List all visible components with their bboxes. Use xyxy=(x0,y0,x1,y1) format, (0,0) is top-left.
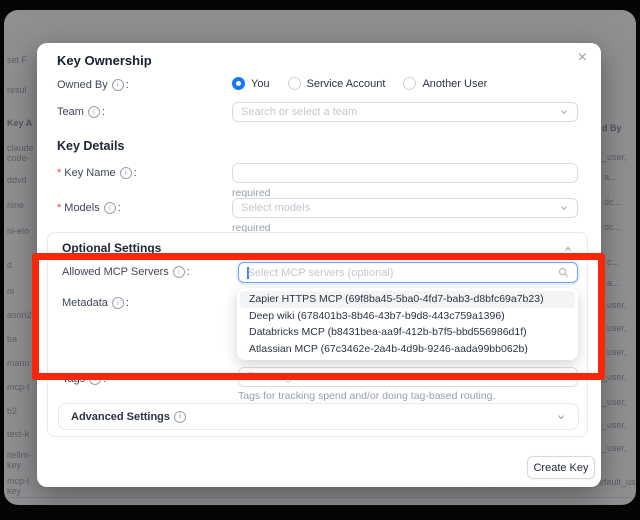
background-text: itellm- xyxy=(7,450,31,460)
background-text: mcp-l xyxy=(7,476,29,486)
chevron-down-icon xyxy=(559,107,569,117)
info-icon[interactable]: i xyxy=(112,297,124,309)
background-text: _user, xyxy=(602,397,627,407)
mcp-servers-select[interactable]: Select MCP servers (optional) xyxy=(238,262,578,283)
key-details-heading: Key Details xyxy=(57,139,124,153)
info-icon[interactable]: i xyxy=(104,202,116,214)
create-key-modal: Key Ownership × Owned By i : You Service… xyxy=(37,43,601,487)
team-select[interactable]: Search or select a team xyxy=(232,102,578,122)
background-text: _user, xyxy=(602,420,627,430)
models-select[interactable]: Select models xyxy=(232,198,578,218)
background-text: user, xyxy=(607,347,627,357)
background-text: d By xyxy=(602,123,622,133)
background-text: d xyxy=(7,260,12,270)
background-text: key xyxy=(7,460,21,470)
mcp-option-databricks[interactable]: Databricks MCP (b8431bea-aa9f-412b-b7f5-… xyxy=(240,324,575,341)
mcp-option-zapier[interactable]: Zapier HTTPS MCP (69f8ba45-5ba0-4fd7-bab… xyxy=(240,291,575,308)
radio-you[interactable]: You xyxy=(232,77,270,90)
optional-settings-heading[interactable]: Optional Settings xyxy=(62,241,161,255)
background-text: Key A xyxy=(7,118,32,128)
close-icon[interactable]: × xyxy=(578,49,587,67)
radio-selected-icon xyxy=(232,77,245,90)
mcp-option-deep-wiki[interactable]: Deep wiki (678401b3-8b46-43b7-b9d8-443c7… xyxy=(240,308,575,325)
team-label: Team i : xyxy=(57,106,105,118)
background-text: ni xyxy=(7,286,14,296)
info-icon[interactable]: i xyxy=(174,411,186,423)
background-text: ba xyxy=(7,334,17,344)
background-text: mcp-t xyxy=(7,382,30,392)
chevron-down-icon xyxy=(556,412,566,422)
key-name-label: * Key Name i : xyxy=(57,167,137,179)
modal-title: Key Ownership xyxy=(57,53,152,68)
background-text: a... xyxy=(607,278,620,288)
background-text: dc... xyxy=(604,222,621,232)
mcp-option-atlassian[interactable]: Atlassian MCP (67c3462e-2a4b-4d9b-9246-a… xyxy=(240,341,575,358)
background-text: resul xyxy=(7,85,27,95)
info-icon[interactable]: i xyxy=(88,106,100,118)
background-text: ni-elo xyxy=(7,226,29,236)
background-text: _user, xyxy=(602,443,627,453)
info-icon[interactable]: i xyxy=(112,79,124,91)
background-text: a... xyxy=(604,172,617,182)
info-icon[interactable]: i xyxy=(89,373,101,385)
tags-select[interactable]: Enter tags xyxy=(238,367,578,387)
key-name-input[interactable] xyxy=(232,163,578,183)
mcp-servers-dropdown: Zapier HTTPS MCP (69f8ba45-5ba0-4fd7-bab… xyxy=(237,288,578,360)
background-text: dc... xyxy=(604,197,621,207)
advanced-settings-toggle[interactable]: Advanced Settings i xyxy=(58,403,579,430)
allowed-mcp-servers-label: Allowed MCP Servers i : xyxy=(62,266,190,278)
background-text: test-k xyxy=(7,429,29,439)
chevron-down-icon xyxy=(559,203,569,213)
owned-by-radio-group: You Service Account Another User xyxy=(232,77,487,90)
background-text: c... xyxy=(607,257,619,267)
background-text: set F xyxy=(7,55,27,65)
background-text: code- xyxy=(7,153,30,163)
background-text: key xyxy=(7,486,21,496)
search-icon xyxy=(558,267,569,278)
chevron-up-icon[interactable] xyxy=(563,244,573,254)
background-text: ason2 xyxy=(7,310,32,320)
tags-label: Tags i : xyxy=(62,373,106,385)
background-text: user, xyxy=(607,300,627,310)
background-text: manu xyxy=(7,358,30,368)
metadata-label: Metadata i : xyxy=(62,297,129,309)
background-text: ddvd xyxy=(7,175,27,185)
background-text: claude xyxy=(7,143,34,153)
chevron-down-icon xyxy=(559,372,569,382)
background-text: _user, xyxy=(602,372,627,382)
background-text: _user, xyxy=(602,152,627,162)
background-table-divider xyxy=(4,497,636,498)
info-icon[interactable]: i xyxy=(173,266,185,278)
background-text: nine xyxy=(7,200,24,210)
background-text: user, xyxy=(607,323,627,333)
radio-another-user[interactable]: Another User xyxy=(403,77,487,90)
radio-unselected-icon xyxy=(403,77,416,90)
models-label: * Models i : xyxy=(57,202,121,214)
radio-service-account[interactable]: Service Account xyxy=(288,77,386,90)
background-text: b2 xyxy=(7,406,17,416)
tags-help-text: Tags for tracking spend and/or doing tag… xyxy=(238,390,495,402)
owned-by-label: Owned By i : xyxy=(57,79,129,91)
info-icon[interactable]: i xyxy=(120,167,132,179)
create-key-button[interactable]: Create Key xyxy=(527,456,595,479)
radio-unselected-icon xyxy=(288,77,301,90)
